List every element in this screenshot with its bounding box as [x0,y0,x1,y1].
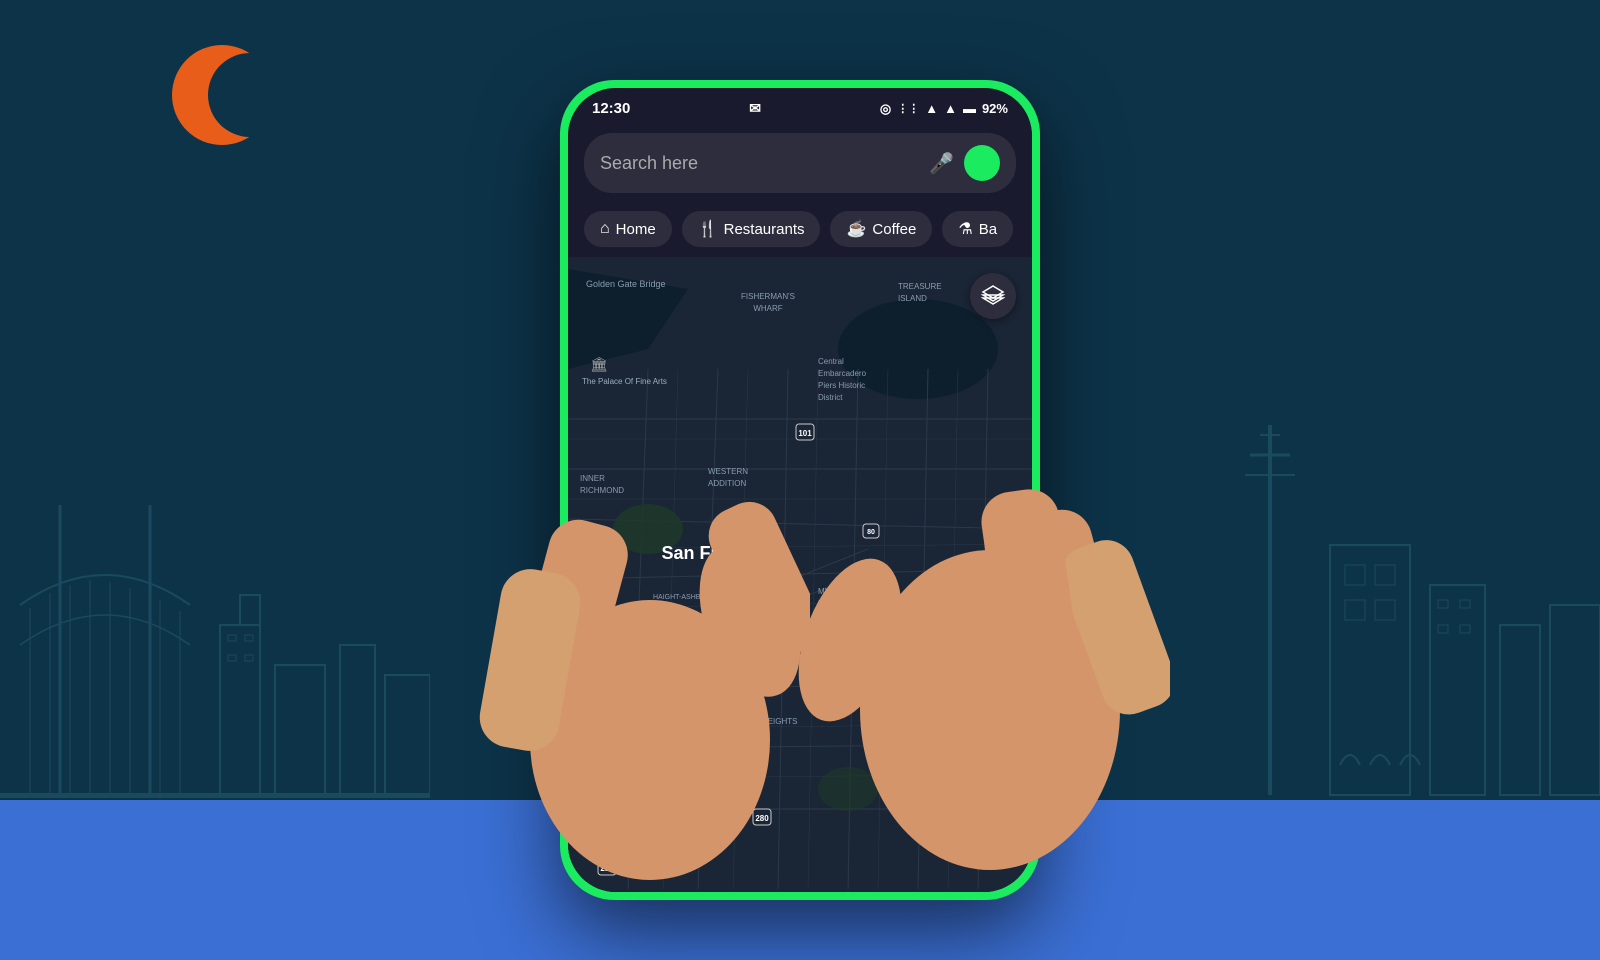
chip-bars[interactable]: ⚗ Ba [942,211,1013,247]
bars-icon: ⚗ [958,219,972,239]
home-icon: ⌂ [600,220,610,238]
svg-text:FISHERMAN'S: FISHERMAN'S [741,292,795,301]
restaurants-icon: 🍴 [698,219,718,239]
profile-dot[interactable] [964,145,1000,181]
coffee-icon: ☕ [846,219,866,239]
search-placeholder[interactable]: Search here [600,153,919,174]
location-icon: ◎ [880,101,891,117]
gmail-icon: ✉ [749,100,761,117]
signal-icon: ▲ [944,101,957,116]
chip-restaurants-label: Restaurants [724,221,805,238]
chip-bars-label: Ba [979,221,997,238]
chip-home-label: Home [616,221,656,238]
vibrate-icon: ⋮⋮ [897,102,919,115]
battery-percent: 92% [982,101,1008,116]
chip-coffee-label: Coffee [872,221,916,238]
svg-text:Golden Gate Bridge: Golden Gate Bridge [586,279,666,289]
right-skyline [1170,425,1600,805]
chip-coffee[interactable]: ☕ Coffee [830,211,932,247]
hand-right [790,360,1170,940]
left-skyline [0,425,430,805]
moon-icon [160,40,270,150]
chips-container: ⌂ Home 🍴 Restaurants ☕ Coffee ⚗ Ba [568,203,1032,257]
chip-home[interactable]: ⌂ Home [584,211,672,247]
chip-restaurants[interactable]: 🍴 Restaurants [682,211,821,247]
layer-toggle-button[interactable] [970,273,1016,319]
hand-left [470,320,810,920]
status-time: 12:30 [592,100,630,117]
svg-text:ISLAND: ISLAND [898,294,927,303]
search-container: Search here 🎤 [568,125,1032,203]
wifi-icon: ▲ [925,101,938,116]
battery-icon: ▬ [963,101,976,116]
status-icons: ◎ ⋮⋮ ▲ ▲ ▬ 92% [880,101,1008,117]
svg-text:WHARF: WHARF [753,304,782,313]
phone: 12:30 ✉ ◎ ⋮⋮ ▲ ▲ ▬ 92% Search here 🎤 [550,80,1050,900]
microphone-icon[interactable]: 🎤 [929,151,954,176]
svg-text:TREASURE: TREASURE [898,282,942,291]
status-bar: 12:30 ✉ ◎ ⋮⋮ ▲ ▲ ▬ 92% [568,88,1032,125]
search-bar[interactable]: Search here 🎤 [584,133,1016,193]
